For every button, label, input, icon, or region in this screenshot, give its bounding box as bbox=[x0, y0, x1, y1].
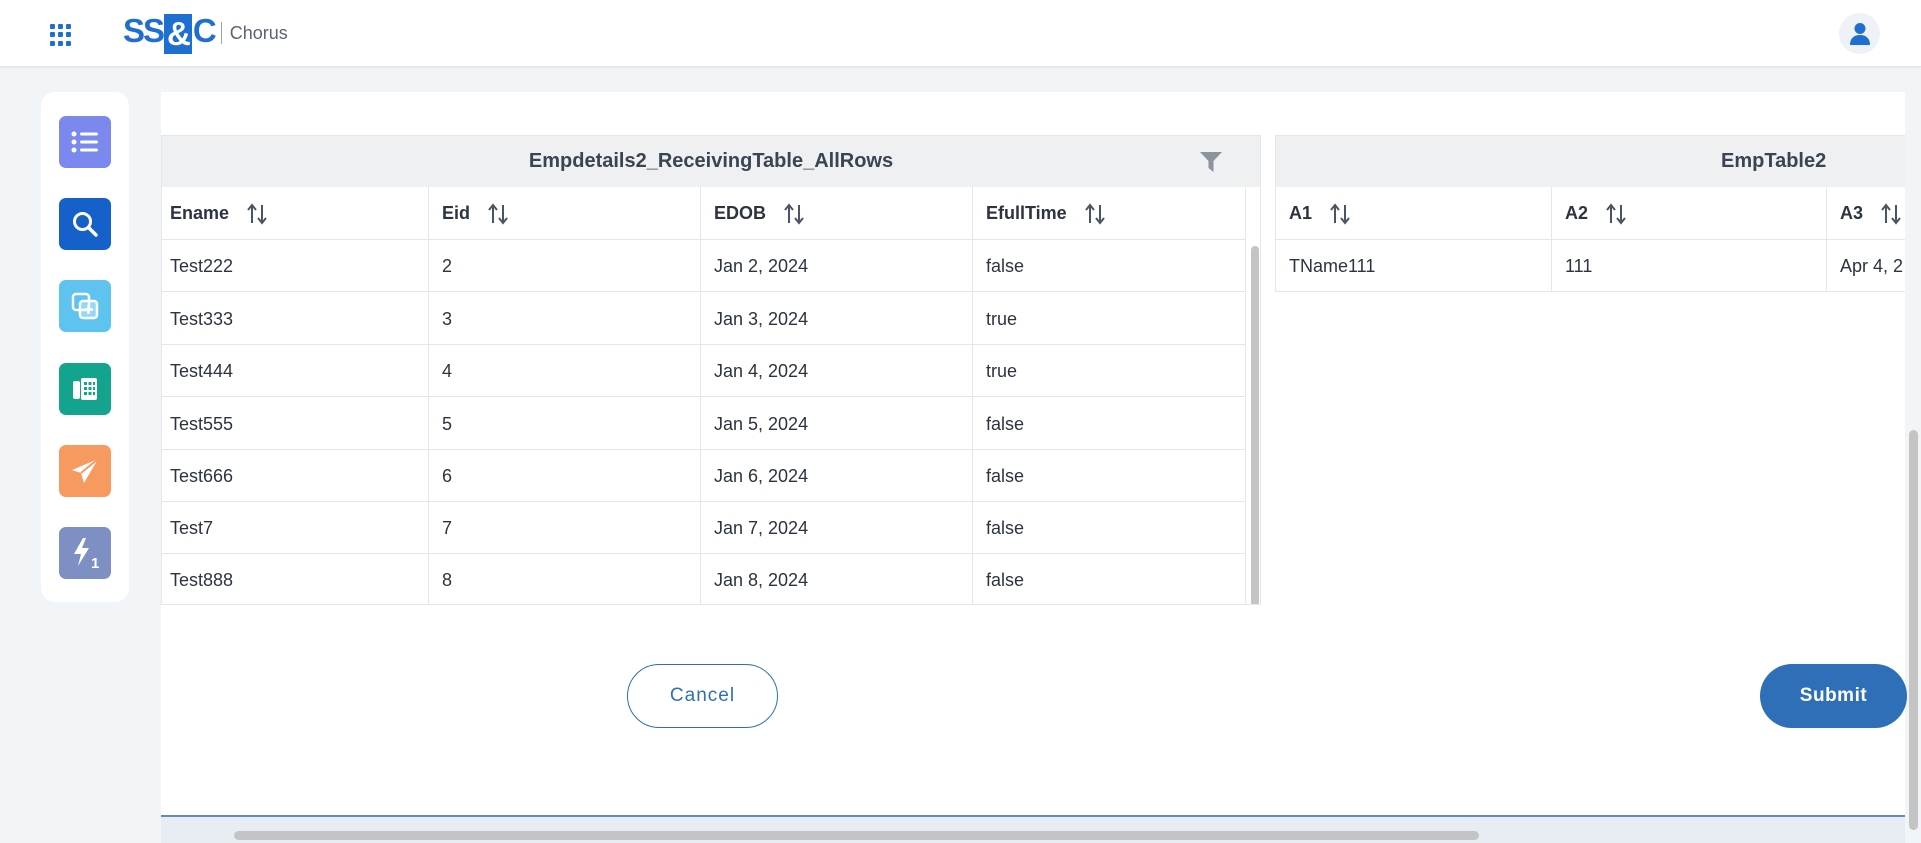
right-table-title: EmpTable2 bbox=[1276, 136, 1905, 187]
table-row[interactable]: Test333 3 Jan 3, 2024 true bbox=[162, 293, 1246, 345]
right-table: EmpTable2 A1 A2 A3 TName111 111 Apr 4, 2 bbox=[1275, 135, 1905, 292]
cell-eid: 3 bbox=[429, 293, 701, 345]
top-bar: SS & C Chorus bbox=[0, 0, 1921, 67]
table-row[interactable]: Test555 5 Jan 5, 2024 false bbox=[162, 398, 1246, 450]
user-icon bbox=[1849, 22, 1870, 45]
cancel-button[interactable]: Cancel bbox=[627, 664, 778, 728]
left-table-title: Empdetails2_ReceivingTable_AllRows bbox=[162, 136, 1260, 187]
cell-efulltime: false bbox=[973, 502, 1246, 554]
sort-icon[interactable] bbox=[486, 202, 510, 226]
send-icon bbox=[72, 458, 99, 483]
cell-edob: Jan 6, 2024 bbox=[701, 450, 973, 502]
scrollbar-thumb[interactable] bbox=[1251, 246, 1259, 604]
user-avatar[interactable] bbox=[1839, 13, 1880, 54]
cell-ename: Test666 bbox=[162, 450, 429, 502]
table-row[interactable]: Test666 6 Jan 6, 2024 false bbox=[162, 450, 1246, 502]
search-icon bbox=[73, 212, 98, 237]
sort-icon[interactable] bbox=[245, 202, 269, 226]
cell-ename: Test555 bbox=[162, 398, 429, 450]
cell-eid: 8 bbox=[429, 554, 701, 604]
logo: SS & C Chorus bbox=[123, 12, 288, 54]
cell-efulltime: false bbox=[973, 398, 1246, 450]
sidebar: 1 bbox=[41, 92, 129, 602]
add-copy-icon bbox=[71, 292, 99, 320]
table-row[interactable]: Test222 2 Jan 2, 2024 false bbox=[162, 240, 1246, 292]
cell-edob: Jan 8, 2024 bbox=[701, 554, 973, 604]
app-launcher-icon[interactable] bbox=[50, 24, 72, 46]
cell-ename: Test222 bbox=[162, 240, 429, 292]
cell-efulltime: true bbox=[973, 345, 1246, 397]
sort-icon[interactable] bbox=[1328, 202, 1352, 226]
cell-efulltime: true bbox=[973, 293, 1246, 345]
column-header-edob[interactable]: EDOB bbox=[701, 187, 973, 240]
cell-ename: Test444 bbox=[162, 345, 429, 397]
horizontal-scrollbar-thumb[interactable] bbox=[234, 831, 1479, 840]
column-header-eid[interactable]: Eid bbox=[429, 187, 701, 240]
logo-divider bbox=[220, 22, 222, 44]
column-header-a2[interactable]: A2 bbox=[1552, 187, 1827, 240]
sidebar-item-list[interactable] bbox=[59, 116, 111, 168]
sort-icon[interactable] bbox=[782, 202, 806, 226]
cell-edob: Jan 4, 2024 bbox=[701, 345, 973, 397]
cell-eid: 5 bbox=[429, 398, 701, 450]
cell-a3: Apr 4, 2 bbox=[1840, 255, 1904, 276]
column-header-efulltime[interactable]: EfullTime bbox=[973, 187, 1246, 240]
column-header-ename[interactable]: Ename bbox=[162, 187, 429, 240]
list-icon bbox=[71, 131, 98, 153]
column-header-label: Ename bbox=[170, 203, 230, 223]
svg-text:1: 1 bbox=[91, 555, 99, 570]
column-header-label: A1 bbox=[1289, 203, 1313, 223]
cell-eid: 2 bbox=[429, 240, 701, 292]
sidebar-item-search[interactable] bbox=[59, 198, 111, 250]
cell-efulltime: false bbox=[973, 554, 1246, 604]
column-header-label: EfullTime bbox=[986, 203, 1067, 223]
page-vertical-scrollbar-thumb[interactable] bbox=[1909, 430, 1918, 830]
column-header-a3[interactable]: A3 bbox=[1827, 187, 1905, 240]
sidebar-item-send[interactable] bbox=[59, 445, 111, 497]
flash-one-icon: 1 bbox=[74, 538, 99, 570]
table-row[interactable]: Test7 7 Jan 7, 2024 false bbox=[162, 502, 1246, 554]
cell-a2: 111 bbox=[1552, 240, 1827, 291]
cell-efulltime: false bbox=[973, 450, 1246, 502]
cell-edob: Jan 7, 2024 bbox=[701, 502, 973, 554]
right-table-header: A1 A2 A3 bbox=[1276, 187, 1905, 240]
submit-button[interactable]: Submit bbox=[1760, 664, 1907, 728]
sidebar-item-add-copy[interactable] bbox=[59, 280, 111, 332]
cell-ename: Test888 bbox=[162, 554, 429, 604]
cell-efulltime: false bbox=[973, 240, 1246, 292]
sidebar-item-flash[interactable]: 1 bbox=[59, 527, 111, 579]
sort-icon[interactable] bbox=[1083, 202, 1107, 226]
cell-eid: 6 bbox=[429, 450, 701, 502]
cell-eid: 7 bbox=[429, 502, 701, 554]
cell-edob: Jan 5, 2024 bbox=[701, 398, 973, 450]
table-row[interactable]: Test888 8 Jan 8, 2024 false bbox=[162, 554, 1246, 604]
column-header-label: A2 bbox=[1565, 203, 1589, 223]
table-row[interactable]: Test444 4 Jan 4, 2024 true bbox=[162, 345, 1246, 397]
cell-edob: Jan 2, 2024 bbox=[701, 240, 973, 292]
cell-ename: Test7 bbox=[162, 502, 429, 554]
column-header-label: EDOB bbox=[714, 203, 767, 223]
sidebar-item-calculator[interactable] bbox=[59, 363, 111, 415]
filter-icon[interactable] bbox=[1200, 152, 1222, 172]
left-table-header: Ename Eid EDOB EfullTime bbox=[162, 187, 1246, 240]
sort-icon[interactable] bbox=[1879, 202, 1903, 226]
column-header-label: A3 bbox=[1840, 203, 1864, 223]
product-name: Chorus bbox=[229, 23, 288, 43]
cell-eid: 4 bbox=[429, 345, 701, 397]
column-header-label: Eid bbox=[442, 203, 471, 223]
cell-edob: Jan 3, 2024 bbox=[701, 293, 973, 345]
column-header-a1[interactable]: A1 bbox=[1276, 187, 1552, 240]
logo-mark: SS & C bbox=[123, 12, 217, 54]
calculator-document-icon bbox=[73, 378, 97, 400]
table-row[interactable]: TName111 111 Apr 4, 2 bbox=[1276, 240, 1905, 291]
cell-ename: Test333 bbox=[162, 293, 429, 345]
left-table-vertical-scrollbar[interactable] bbox=[1247, 240, 1260, 604]
left-table: Empdetails2_ReceivingTable_AllRows Ename… bbox=[161, 135, 1261, 605]
sort-icon[interactable] bbox=[1604, 202, 1628, 226]
cell-a1: TName111 bbox=[1276, 240, 1552, 291]
